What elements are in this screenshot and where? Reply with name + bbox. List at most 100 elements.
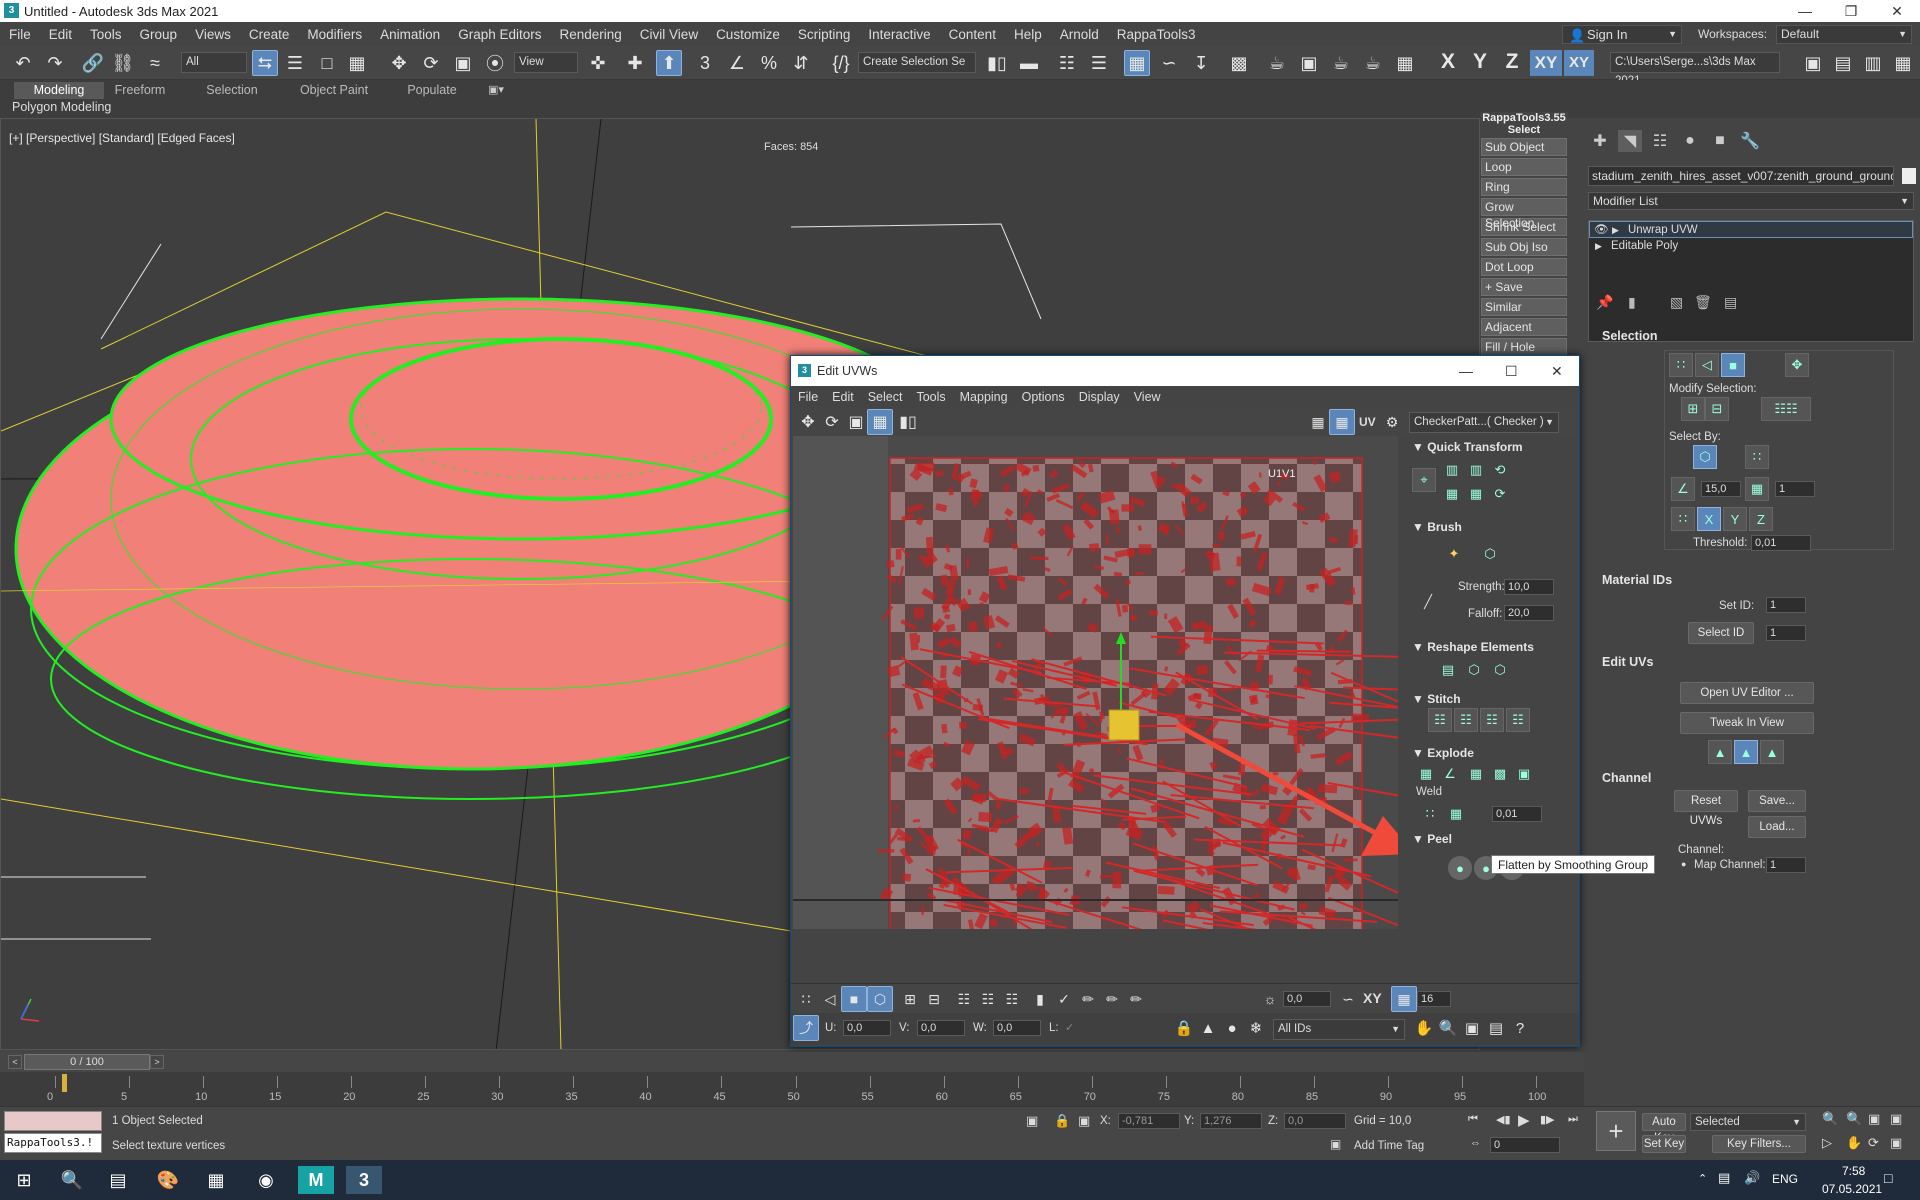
strength-spinner[interactable]: 10,0: [1504, 579, 1554, 595]
curve-editor-icon[interactable]: ∽: [1156, 50, 1182, 76]
uv-brush-small-icon[interactable]: ✏: [1099, 986, 1125, 1012]
project-folder-dropdown[interactable]: C:\Users\Serge...s\3ds Max 2021: [1610, 52, 1780, 87]
mirror-icon[interactable]: ▮▯: [984, 50, 1010, 76]
menu-rappatools[interactable]: RappaTools3: [1108, 27, 1205, 42]
clock-date[interactable]: 07.05.2021: [1822, 1182, 1882, 1196]
render-production-icon[interactable]: ☕: [1328, 50, 1354, 76]
sign-in-dropdown[interactable]: 👤 Sign In ▼: [1562, 25, 1682, 44]
rappa-fill-hole-button[interactable]: Fill / Hole: [1481, 338, 1567, 356]
menu-arnold[interactable]: Arnold: [1051, 27, 1108, 42]
menu-rendering[interactable]: Rendering: [551, 27, 631, 42]
select-by-uv-icon[interactable]: ∷: [1745, 445, 1769, 469]
count-spinner[interactable]: 1: [1775, 481, 1815, 497]
smoothing-select-icon[interactable]: ▦: [1745, 477, 1769, 501]
arnold-icon[interactable]: ▦: [1392, 50, 1418, 76]
uvw-minimize-button[interactable]: —: [1459, 356, 1473, 386]
ribbon-tab-modeling[interactable]: Modeling: [14, 82, 104, 99]
uv-rotate-snap-icon[interactable]: ☼: [1257, 986, 1283, 1012]
maxscript-listener-field[interactable]: [4, 1111, 102, 1131]
quick-map-align-icon[interactable]: ▲: [1760, 740, 1784, 764]
uv-paint-grow-icon[interactable]: ✓: [1051, 986, 1077, 1012]
stack-item-editable-poly[interactable]: ▶ Editable Poly: [1589, 238, 1913, 255]
uv-freeform-icon[interactable]: ▦: [867, 409, 893, 435]
peel-header[interactable]: ▼ Peel: [1412, 832, 1572, 846]
key-mode-icon[interactable]: ⇔: [1470, 1137, 1481, 1149]
mirror-y-icon[interactable]: Y: [1723, 507, 1747, 531]
utilities-tab-icon[interactable]: 🔧: [1738, 130, 1762, 152]
uv-grow-icon[interactable]: ⊞: [897, 986, 923, 1012]
zoom-extents-all-icon[interactable]: ▣: [1890, 1111, 1902, 1127]
snaps-toggle-icon[interactable]: 3: [692, 50, 718, 76]
timeline-current-frame-marker[interactable]: [62, 1074, 67, 1092]
save-uvs-button[interactable]: Save...: [1748, 790, 1806, 812]
pivot-center-icon[interactable]: ✜: [585, 50, 611, 76]
menu-tools[interactable]: Tools: [81, 27, 131, 42]
angle-snap-icon[interactable]: ∠: [724, 50, 750, 76]
rotate-icon[interactable]: ⟳: [418, 50, 444, 76]
uv-options-icon[interactable]: ⚙: [1379, 409, 1405, 435]
weld-threshold-spinner[interactable]: 0,01: [1492, 806, 1542, 822]
project-icon[interactable]: ▤: [1830, 50, 1856, 76]
falloff-spinner[interactable]: 20,0: [1504, 605, 1554, 621]
selection-filter-dropdown[interactable]: All: [181, 52, 247, 73]
windows-start-icon[interactable]: ⊞: [6, 1166, 42, 1194]
uvw-close-button[interactable]: ✕: [1551, 356, 1563, 386]
axis-xy-button[interactable]: XY: [1530, 50, 1562, 76]
pin-brush-icon[interactable]: ╱: [1416, 590, 1440, 614]
placement-icon[interactable]: ⦿: [482, 50, 508, 76]
select-id-spinner[interactable]: 1: [1766, 625, 1806, 641]
uv-scale-icon[interactable]: ▣: [843, 409, 869, 435]
y-coord-field[interactable]: 1,276: [1200, 1113, 1262, 1129]
edge-mode-icon[interactable]: ◁: [1695, 353, 1719, 377]
lock-l-icon[interactable]: ✓: [1065, 1021, 1074, 1034]
undo-icon[interactable]: ↶: [10, 50, 36, 76]
set-key-button[interactable]: Set Key: [1642, 1135, 1686, 1153]
threshold-spinner[interactable]: 0,01: [1751, 535, 1811, 551]
maya-app-icon[interactable]: M: [298, 1166, 334, 1194]
z-coord-field[interactable]: 0,0: [1284, 1113, 1346, 1129]
uv-soft-selection-icon[interactable]: ∽: [1335, 986, 1361, 1012]
isolate-selection-icon[interactable]: ▣: [1026, 1113, 1038, 1129]
scene-explorer-icon[interactable]: ☷: [1054, 50, 1080, 76]
scale-icon[interactable]: ▣: [450, 50, 476, 76]
reshape-elements-header[interactable]: ▼ Reshape Elements: [1412, 640, 1572, 654]
expand-arrow-icon[interactable]: ▶: [1595, 238, 1602, 255]
select-object-icon[interactable]: ⮀: [252, 50, 278, 76]
uv-editor-canvas[interactable]: U1V1: [793, 436, 1398, 929]
menu-views[interactable]: Views: [186, 27, 240, 42]
detach-icon[interactable]: ∠: [1438, 762, 1462, 786]
select-manipulate-icon[interactable]: ✚: [622, 50, 648, 76]
polygon-modeling-label[interactable]: Polygon Modeling: [12, 100, 111, 114]
percent-snap-icon[interactable]: %: [756, 50, 782, 76]
rappa-sub-obj-iso-button[interactable]: Sub Obj Iso: [1481, 238, 1567, 256]
material-ids-rollout-header[interactable]: Material IDs: [1588, 570, 1914, 590]
menu-civil-view[interactable]: Civil View: [631, 27, 707, 42]
timeline-ruler[interactable]: 0 5 10 15 20 25 30 35 40 45 50 55 60 65 70 75 80 85 90 95 10…: [0, 1072, 1584, 1106]
brush-header[interactable]: ▼ Brush: [1412, 520, 1572, 534]
space-horizontal-icon[interactable]: ▦: [1464, 482, 1488, 506]
stack-item-unwrap-uvw[interactable]: 👁 ▶ Unwrap UVW: [1589, 221, 1913, 238]
rotate-minus-icon[interactable]: ⟲: [1488, 458, 1512, 482]
straighten-icon[interactable]: ▤: [1436, 658, 1460, 682]
container-icon[interactable]: ▣: [1800, 50, 1826, 76]
rappa-loop-button[interactable]: Loop: [1481, 158, 1567, 176]
uv-paint-shrink-icon[interactable]: ✏: [1075, 986, 1101, 1012]
stitch-custom-icon[interactable]: ☷: [1428, 708, 1452, 732]
rappa-grow-selection-button[interactable]: Grow Selection: [1481, 198, 1567, 230]
uvw-menu-select[interactable]: Select: [861, 390, 910, 404]
rappa-similar-button[interactable]: Similar: [1481, 298, 1567, 316]
mirror-z-icon[interactable]: Z: [1749, 507, 1773, 531]
maximize-viewport-icon[interactable]: ▣: [1890, 1135, 1902, 1151]
modify-tab-icon[interactable]: ◥: [1618, 130, 1642, 152]
zoom-icon[interactable]: 🔍: [1435, 1015, 1461, 1041]
uv-space-label[interactable]: UV: [1359, 415, 1376, 429]
render-setup-icon[interactable]: ☕: [1264, 50, 1290, 76]
menu-interactive[interactable]: Interactive: [859, 27, 939, 42]
search-icon[interactable]: 🔍: [54, 1166, 90, 1194]
toggle-ribbon-icon[interactable]: ▦: [1124, 50, 1150, 76]
menu-edit[interactable]: Edit: [40, 27, 81, 42]
uvw-maximize-button[interactable]: ☐: [1505, 356, 1518, 386]
unlink-icon[interactable]: ⛓: [110, 50, 136, 76]
language-indicator[interactable]: ENG: [1772, 1172, 1798, 1186]
stitch-avg-icon[interactable]: ☷: [1480, 708, 1504, 732]
